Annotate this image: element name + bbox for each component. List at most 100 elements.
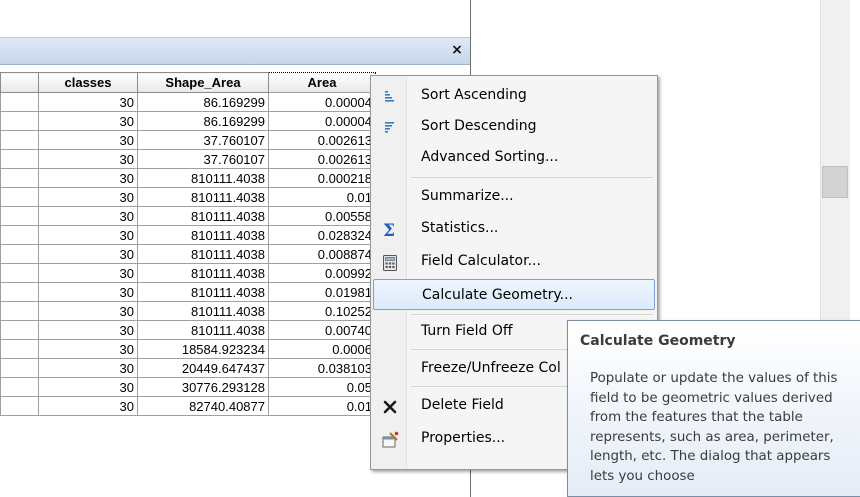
shape-area-cell[interactable]: 810111.4038 [137,263,269,283]
classes-cell[interactable]: 30 [38,168,138,188]
table-row[interactable]: 30 810111.4038 0.008874 [0,244,376,264]
row-selector-cell[interactable] [0,339,39,359]
shape-area-cell[interactable]: 20449.647437 [137,358,269,378]
row-selector-cell[interactable] [0,320,39,340]
table-row[interactable]: 30 30776.293128 0.05 [0,377,376,397]
scrollbar-thumb[interactable] [822,166,848,198]
row-selector-cell[interactable] [0,282,39,302]
area-cell[interactable]: 0.002613 [268,149,376,169]
row-selector-cell[interactable] [0,358,39,378]
area-cell[interactable]: 0.00004 [268,111,376,131]
area-cell[interactable]: 0.00004 [268,92,376,112]
classes-cell[interactable]: 30 [38,130,138,150]
table-header-row: classes Shape_Area Area [0,72,376,93]
row-selector-cell[interactable] [0,396,39,416]
classes-cell[interactable]: 30 [38,396,138,416]
classes-cell[interactable]: 30 [38,301,138,321]
area-cell[interactable]: 0.002613 [268,130,376,150]
row-selector-cell[interactable] [0,301,39,321]
shape-area-cell[interactable]: 810111.4038 [137,282,269,302]
table-row[interactable]: 30 82740.40877 0.01 [0,396,376,416]
shape-area-cell[interactable]: 810111.4038 [137,187,269,207]
shape-area-cell[interactable]: 810111.4038 [137,301,269,321]
row-selector-cell[interactable] [0,263,39,283]
table-row[interactable]: 30 810111.4038 0.00992 [0,263,376,283]
table-row[interactable]: 30 37.760107 0.002613 [0,130,376,150]
menu-item-summarize[interactable]: Summarize... [373,181,655,212]
shape-area-cell[interactable]: 810111.4038 [137,320,269,340]
classes-cell[interactable]: 30 [38,111,138,131]
row-selector-cell[interactable] [0,225,39,245]
close-button[interactable]: × [449,41,465,59]
classes-cell[interactable]: 30 [38,187,138,207]
shape-area-cell[interactable]: 810111.4038 [137,225,269,245]
classes-cell[interactable]: 30 [38,263,138,283]
shape-area-cell[interactable]: 810111.4038 [137,168,269,188]
classes-cell[interactable]: 30 [38,282,138,302]
row-selector-cell[interactable] [0,377,39,397]
area-cell[interactable]: 0.0006 [268,339,376,359]
table-row[interactable]: 30 810111.4038 0.01981 [0,282,376,302]
table-row[interactable]: 30 810111.4038 0.10252 [0,301,376,321]
row-selector-cell[interactable] [0,92,39,112]
table-row[interactable]: 30 810111.4038 0.028324 [0,225,376,245]
table-row[interactable]: 30 810111.4038 0.000218 [0,168,376,188]
column-header-shape-area[interactable]: Shape_Area [137,72,269,93]
menu-item-advanced-sorting[interactable]: Advanced Sorting... [373,142,655,173]
area-cell[interactable]: 0.10252 [268,301,376,321]
classes-cell[interactable]: 30 [38,92,138,112]
menu-item-calculate-geometry[interactable]: Calculate Geometry... [373,279,655,310]
area-cell[interactable]: 0.01981 [268,282,376,302]
menu-item-statistics[interactable]: Σ Statistics... [373,213,655,244]
row-selector-cell[interactable] [0,168,39,188]
area-cell[interactable]: 0.038103 [268,358,376,378]
classes-cell[interactable]: 30 [38,149,138,169]
row-selector-cell[interactable] [0,111,39,131]
row-selector-cell[interactable] [0,244,39,264]
table-row[interactable]: 30 810111.4038 0.00740 [0,320,376,340]
area-cell[interactable]: 0.000218 [268,168,376,188]
table-row[interactable]: 30 810111.4038 0.01 [0,187,376,207]
area-cell[interactable]: 0.01 [268,187,376,207]
area-cell[interactable]: 0.01 [268,396,376,416]
classes-cell[interactable]: 30 [38,244,138,264]
shape-area-cell[interactable]: 18584.923234 [137,339,269,359]
shape-area-cell[interactable]: 30776.293128 [137,377,269,397]
row-selector-cell[interactable] [0,206,39,226]
shape-area-cell[interactable]: 82740.40877 [137,396,269,416]
menu-item-sort-ascending[interactable]: Sort Ascending [373,80,655,111]
row-selector-cell[interactable] [0,149,39,169]
row-selector-cell[interactable] [0,187,39,207]
area-cell[interactable]: 0.00740 [268,320,376,340]
classes-cell[interactable]: 30 [38,225,138,245]
table-row[interactable]: 30 86.169299 0.00004 [0,92,376,112]
classes-cell[interactable]: 30 [38,358,138,378]
area-cell[interactable]: 0.00992 [268,263,376,283]
table-title-bar[interactable]: × [0,37,470,65]
table-row[interactable]: 30 37.760107 0.002613 [0,149,376,169]
area-cell[interactable]: 0.05 [268,377,376,397]
shape-area-cell[interactable]: 37.760107 [137,130,269,150]
shape-area-cell[interactable]: 810111.4038 [137,244,269,264]
column-header-classes[interactable]: classes [38,72,138,93]
table-row[interactable]: 30 20449.647437 0.038103 [0,358,376,378]
classes-cell[interactable]: 30 [38,377,138,397]
column-header-row-selector[interactable] [0,72,39,93]
classes-cell[interactable]: 30 [38,339,138,359]
table-row[interactable]: 30 86.169299 0.00004 [0,111,376,131]
classes-cell[interactable]: 30 [38,320,138,340]
shape-area-cell[interactable]: 37.760107 [137,149,269,169]
shape-area-cell[interactable]: 86.169299 [137,92,269,112]
column-header-area[interactable]: Area [268,72,376,93]
area-cell[interactable]: 0.028324 [268,225,376,245]
area-cell[interactable]: 0.008874 [268,244,376,264]
area-cell[interactable]: 0.00558 [268,206,376,226]
row-selector-cell[interactable] [0,130,39,150]
table-row[interactable]: 30 810111.4038 0.00558 [0,206,376,226]
menu-item-field-calculator[interactable]: Field Calculator... [373,246,655,277]
table-row[interactable]: 30 18584.923234 0.0006 [0,339,376,359]
shape-area-cell[interactable]: 810111.4038 [137,206,269,226]
shape-area-cell[interactable]: 86.169299 [137,111,269,131]
menu-item-sort-descending[interactable]: Sort Descending [373,111,655,142]
classes-cell[interactable]: 30 [38,206,138,226]
